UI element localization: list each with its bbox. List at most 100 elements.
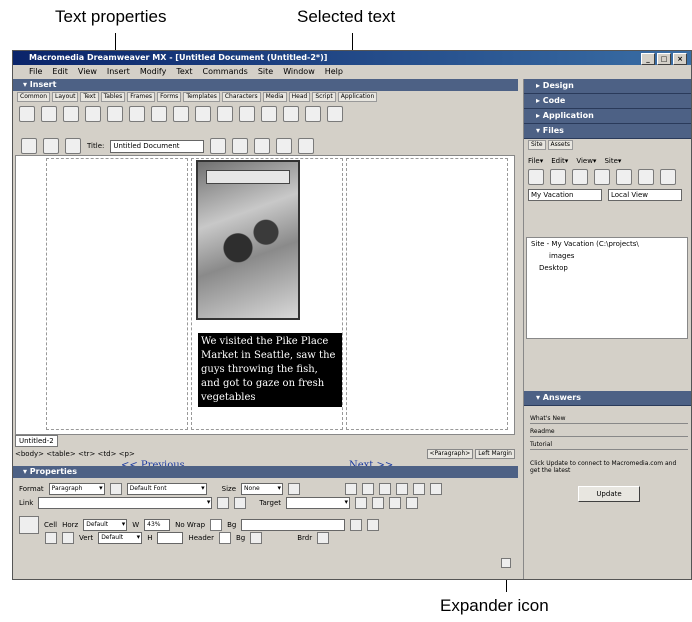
navigation-bar-icon[interactable] — [217, 106, 233, 122]
menu-edit[interactable]: Edit — [52, 65, 68, 79]
css-style-icon[interactable] — [109, 483, 122, 495]
ordered-list-icon[interactable] — [372, 497, 384, 509]
update-button[interactable]: Update — [578, 486, 640, 502]
tab-text[interactable]: Text — [80, 92, 99, 102]
menu-commands[interactable]: Commands — [203, 65, 248, 79]
check-in-icon[interactable] — [638, 169, 654, 185]
reference-icon[interactable] — [276, 138, 293, 154]
design-panel-header[interactable]: ▸ Design — [524, 79, 691, 94]
menu-insert[interactable]: Insert — [107, 65, 130, 79]
menu-text[interactable]: Text — [176, 65, 192, 79]
font-select[interactable]: Default Font — [126, 483, 207, 495]
answer-item-readme[interactable]: Readme — [530, 427, 688, 437]
file-management-icon[interactable] — [210, 138, 227, 154]
horz-select[interactable]: Default — [83, 519, 128, 531]
tab-head[interactable]: Head — [288, 92, 311, 102]
outdent-icon[interactable] — [389, 497, 401, 509]
tab-media[interactable]: Media — [262, 92, 287, 102]
menu-modify[interactable]: Modify — [140, 65, 167, 79]
view-options-icon[interactable] — [298, 138, 315, 154]
align-center-icon[interactable] — [396, 483, 409, 495]
get-files-icon[interactable] — [572, 169, 588, 185]
image-placeholder-icon[interactable] — [151, 106, 167, 122]
answers-panel-header[interactable]: ▾ Answers — [524, 391, 691, 406]
text-color-icon[interactable] — [288, 483, 301, 495]
flash-icon[interactable] — [195, 106, 211, 122]
menu-view[interactable]: View — [78, 65, 97, 79]
tab-script[interactable]: Script — [312, 92, 336, 102]
tab-templates[interactable]: Templates — [183, 92, 220, 102]
document-design-view[interactable]: We visited the Pike Place Market in Seat… — [15, 155, 515, 471]
point-to-file-icon-2[interactable] — [350, 519, 363, 531]
nowrap-checkbox[interactable] — [210, 519, 223, 531]
refresh-icon[interactable] — [254, 138, 271, 154]
tab-application[interactable]: Application — [337, 92, 378, 102]
vert-select[interactable]: Default — [98, 532, 143, 544]
border-color-swatch[interactable] — [317, 532, 330, 544]
comment-icon[interactable] — [305, 106, 321, 122]
put-files-icon[interactable] — [594, 169, 610, 185]
minimize-button[interactable]: _ — [641, 53, 655, 65]
browse-folder-icon[interactable] — [234, 497, 247, 509]
hyperlink-icon[interactable] — [19, 106, 35, 122]
tab-site[interactable]: Site — [528, 140, 546, 150]
bg-color-swatch[interactable] — [250, 532, 263, 544]
selected-text-block[interactable]: We visited the Pike Place Market in Seat… — [198, 333, 342, 407]
date-icon[interactable] — [261, 106, 277, 122]
rollover-icon[interactable] — [173, 106, 189, 122]
market-photo[interactable] — [196, 160, 300, 320]
anchor-icon[interactable] — [63, 106, 79, 122]
expand-site-icon[interactable] — [660, 169, 676, 185]
menu-help[interactable]: Help — [325, 65, 343, 79]
align-right-icon[interactable] — [413, 483, 426, 495]
bold-icon[interactable] — [345, 483, 358, 495]
size-select[interactable]: None — [241, 483, 284, 495]
split-cell-icon[interactable] — [62, 532, 74, 544]
code-panel-header[interactable]: ▸ Code — [524, 94, 691, 109]
point-to-file-icon[interactable] — [217, 497, 230, 509]
split-view-icon[interactable] — [43, 138, 59, 154]
tree-item-images[interactable]: images — [527, 250, 687, 262]
tab-characters[interactable]: Characters — [221, 92, 261, 102]
tag-chooser-icon[interactable] — [327, 106, 343, 122]
tag-button-paragraph[interactable]: <Paragraph> — [426, 449, 474, 459]
properties-panel-header[interactable]: ▾ Properties — [13, 466, 518, 478]
files-menu-site[interactable]: Site▾ — [604, 155, 621, 167]
italic-icon[interactable] — [362, 483, 375, 495]
link-input[interactable] — [38, 497, 213, 509]
tab-common[interactable]: Common — [17, 92, 51, 102]
code-view-icon[interactable] — [21, 138, 37, 154]
files-menu-file[interactable]: File▾ — [528, 155, 543, 167]
files-menu-view[interactable]: View▾ — [576, 155, 596, 167]
w-input[interactable]: 43% — [144, 519, 171, 531]
image-icon[interactable] — [129, 106, 145, 122]
table-icon[interactable] — [85, 106, 101, 122]
tab-forms[interactable]: Forms — [157, 92, 182, 102]
answer-item-whats-new[interactable]: What's New — [530, 414, 688, 424]
tag-button-margin[interactable]: Left Margin — [475, 449, 515, 459]
document-tab[interactable]: Untitled-2 — [15, 435, 58, 447]
format-select[interactable]: Paragraph — [48, 483, 105, 495]
design-view-icon[interactable] — [65, 138, 81, 154]
tab-tables[interactable]: Tables — [100, 92, 126, 102]
title-input[interactable]: Untitled Document — [110, 139, 205, 153]
tree-item-site[interactable]: Site - My Vacation (C:\projects\ — [527, 238, 687, 250]
connect-icon[interactable] — [528, 169, 544, 185]
answer-item-tutorial[interactable]: Tutorial — [530, 440, 688, 450]
menu-window[interactable]: Window — [283, 65, 315, 79]
bg-input[interactable] — [241, 519, 346, 531]
align-left-icon[interactable] — [379, 483, 392, 495]
close-button[interactable]: × — [673, 53, 687, 65]
expander-icon[interactable] — [501, 558, 511, 568]
site-select[interactable]: My Vacation — [528, 189, 602, 201]
menu-site[interactable]: Site — [258, 65, 273, 79]
menu-file[interactable]: File — [29, 65, 42, 79]
tab-assets[interactable]: Assets — [547, 140, 574, 150]
email-link-icon[interactable] — [41, 106, 57, 122]
horizontal-rule-icon[interactable] — [239, 106, 255, 122]
tree-item-desktop[interactable]: Desktop — [527, 262, 687, 274]
files-menu-edit[interactable]: Edit▾ — [551, 155, 568, 167]
check-out-icon[interactable] — [616, 169, 632, 185]
view-select[interactable]: Local View — [608, 189, 682, 201]
refresh-files-icon[interactable] — [550, 169, 566, 185]
